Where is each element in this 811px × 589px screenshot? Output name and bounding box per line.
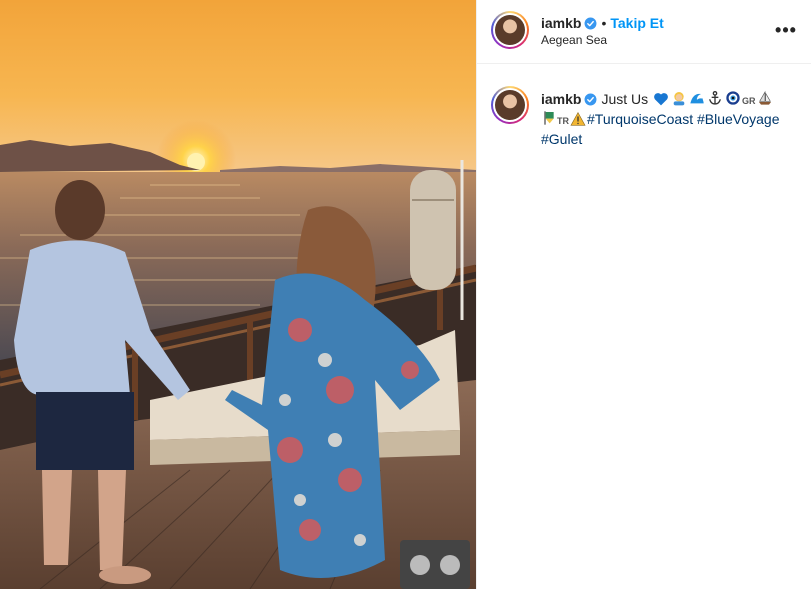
- anchor-icon: [709, 91, 722, 105]
- post-header: iamkb • Takip Et Aegean Sea •••: [477, 0, 811, 64]
- hashtag-link[interactable]: #Gulet: [541, 131, 582, 147]
- nazar-amulet-icon: [726, 91, 740, 105]
- deck-winch: [400, 540, 470, 589]
- verified-badge-icon: [585, 93, 597, 106]
- boat-fender: [410, 170, 456, 290]
- caption-avatar[interactable]: [491, 86, 529, 124]
- flag-greece-label: GR: [742, 96, 756, 106]
- location-link[interactable]: Aegean Sea: [541, 33, 607, 47]
- water-wave-icon: [690, 93, 704, 104]
- flag-turkey-label: TR: [557, 116, 569, 126]
- caption-username-link[interactable]: iamkb: [541, 91, 581, 107]
- separator-dot: •: [601, 15, 607, 31]
- follow-button[interactable]: Takip Et: [610, 15, 663, 31]
- blue-heart-icon: [654, 93, 668, 106]
- post-caption: iamkb Just Us GR TR #TurquoiseCoast #BlueV…: [541, 90, 799, 148]
- hashtag-link[interactable]: #BlueVoyage: [697, 111, 780, 127]
- username-link[interactable]: iamkb: [541, 15, 581, 31]
- caption-text: Just Us: [601, 91, 649, 107]
- warning-sign-icon: [570, 112, 586, 126]
- person-blond-hair-icon: [673, 92, 685, 106]
- post-side-panel: iamkb • Takip Et Aegean Sea ••• iamkb Just …: [476, 0, 811, 589]
- post-image[interactable]: [0, 0, 476, 589]
- hashtag-link[interactable]: #TurquoiseCoast: [587, 111, 693, 127]
- flag-turkey-pole-icon: [544, 111, 554, 125]
- sailboat-icon: [758, 90, 771, 105]
- more-horizontal-icon[interactable]: •••: [774, 18, 798, 42]
- verified-badge-icon: [585, 17, 597, 30]
- header-user-line: iamkb • Takip Et: [541, 15, 664, 31]
- sunset-boat-photo: [0, 0, 476, 589]
- avatar[interactable]: [491, 11, 529, 49]
